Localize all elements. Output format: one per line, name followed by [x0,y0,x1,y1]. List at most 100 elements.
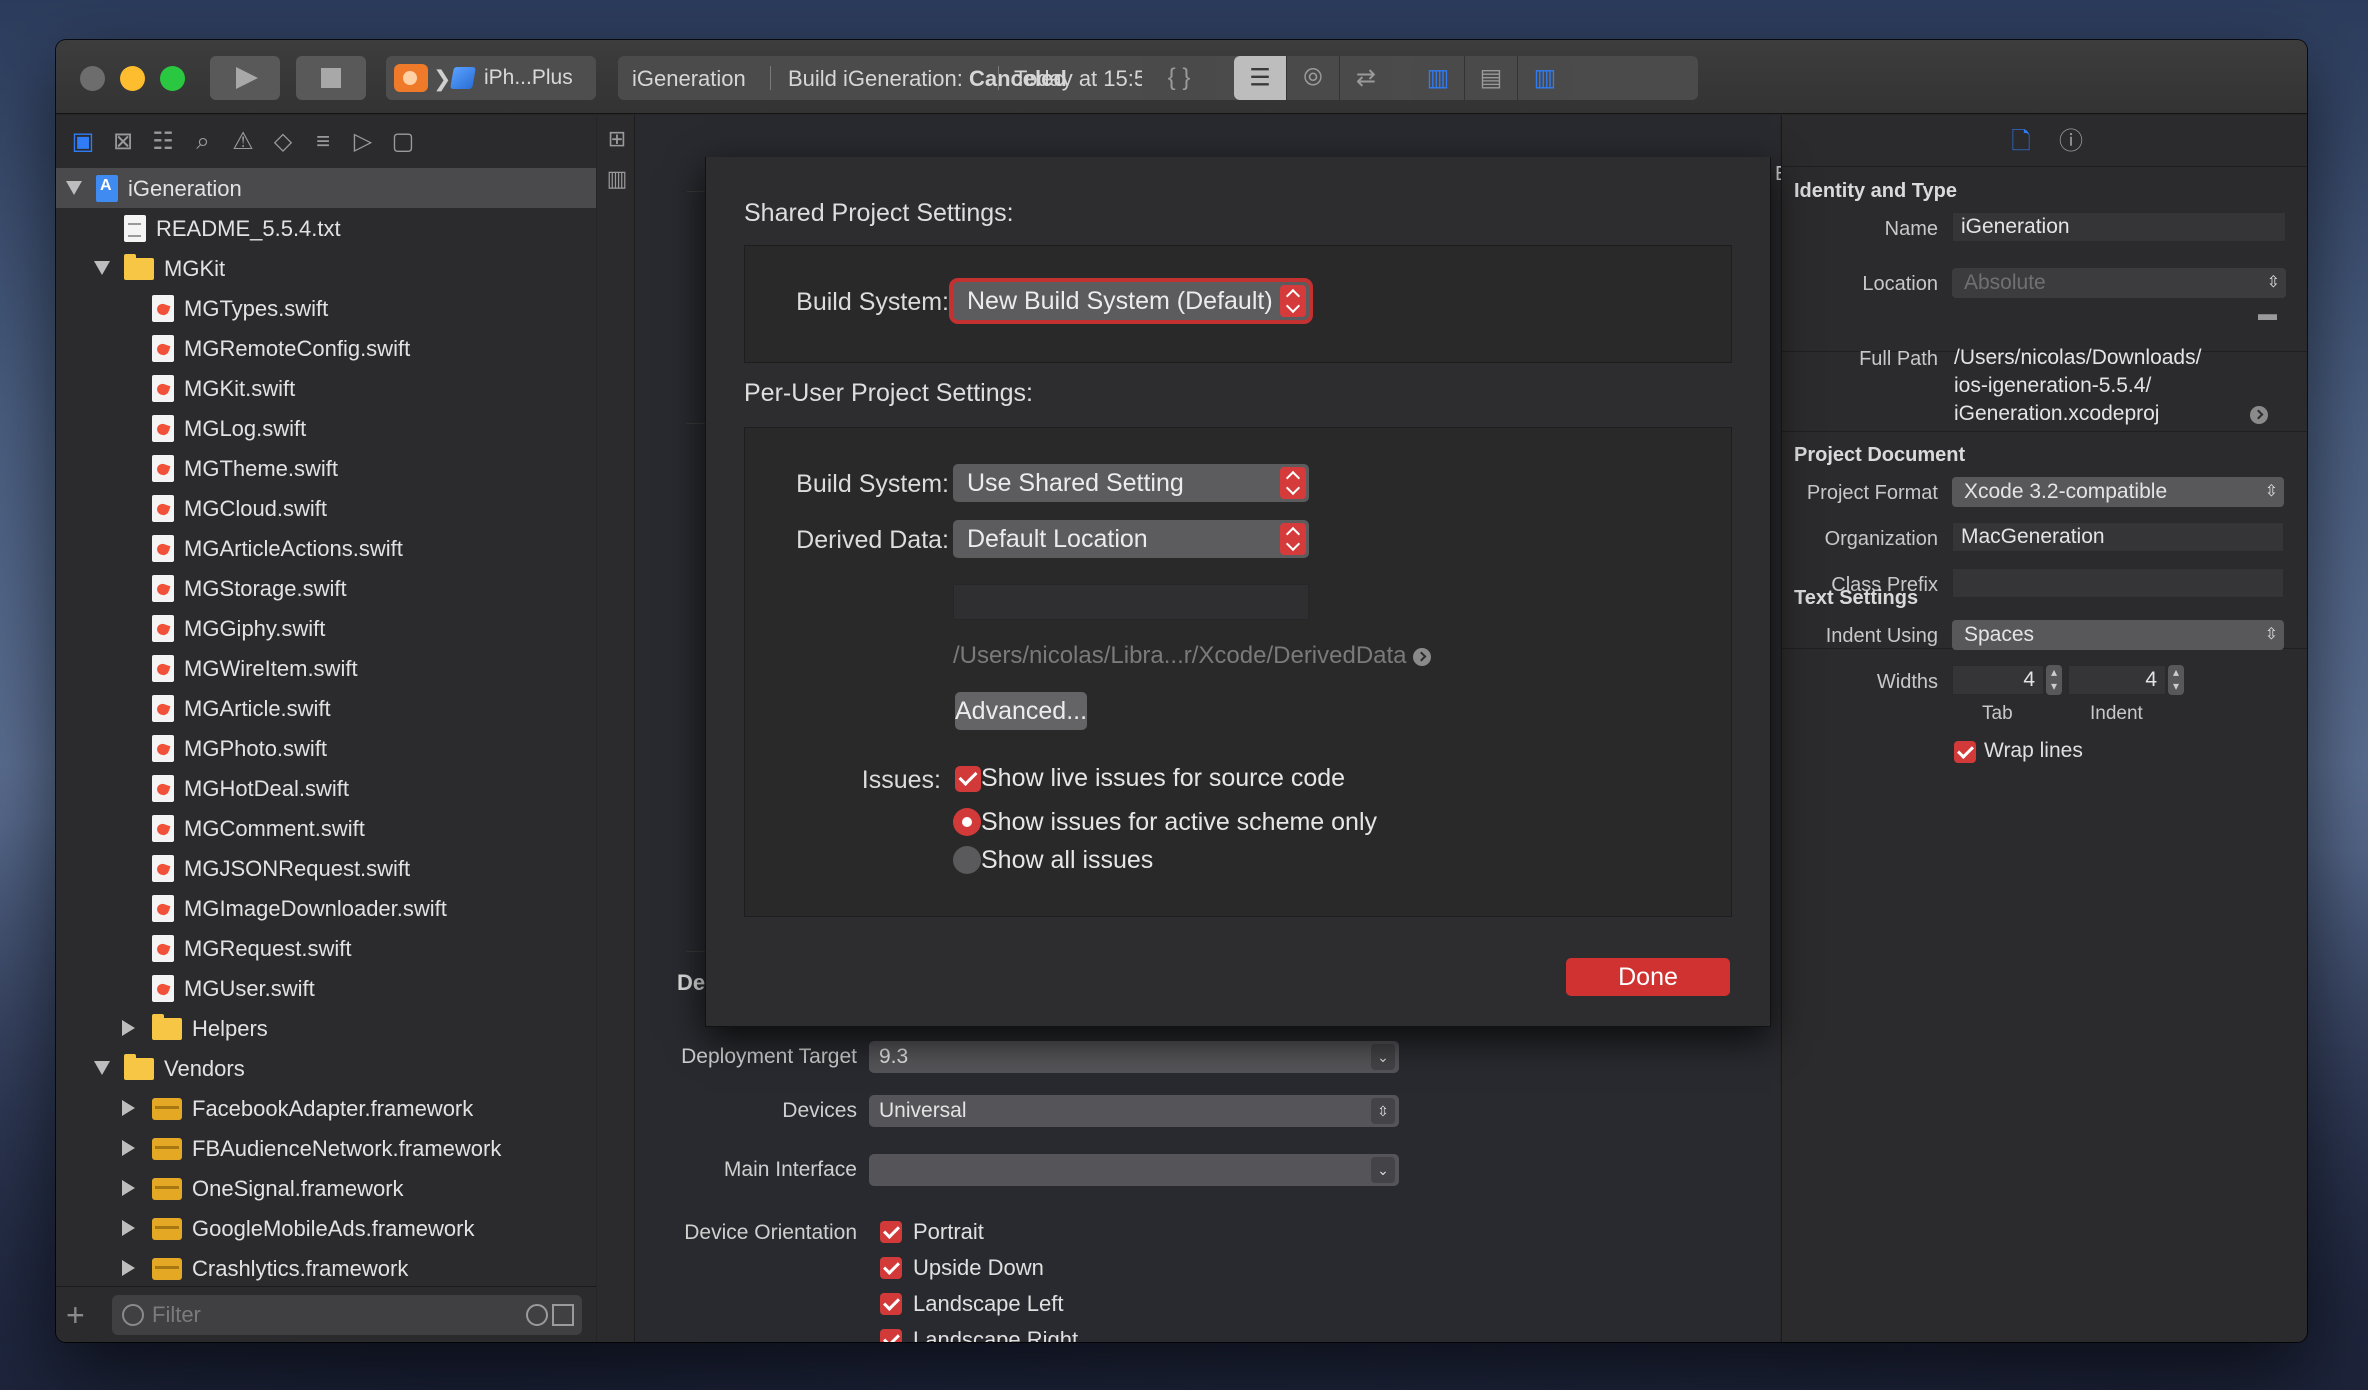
report-icon[interactable]: ▢ [386,125,420,159]
tree-file-row[interactable]: MGArticle.swift [56,688,596,728]
disclosure-closed-icon[interactable] [122,1220,135,1236]
tree-file-row[interactable]: README_5.5.4.txt [56,208,596,248]
custom-derived-path-field[interactable] [953,584,1309,620]
tree-file-row[interactable]: MGRemoteConfig.swift [56,328,596,368]
toggle-debug-button[interactable]: ▤ [1465,56,1518,100]
reveal-arrow-icon[interactable] [1412,647,1431,666]
filter-input[interactable] [152,1301,502,1329]
tree-file-row[interactable]: MGGiphy.swift [56,608,596,648]
project-format-popup[interactable]: Xcode 3.2-compatible ⇳ [1952,477,2284,507]
stop-button[interactable] [296,56,366,100]
tree-item-label: MGRequest.swift [184,936,352,961]
tree-group-row[interactable]: FBAudienceNetwork.framework [56,1128,596,1168]
disclosure-open-icon[interactable] [66,181,82,195]
search-icon[interactable]: ⌕ [186,125,220,159]
tree-group-row[interactable]: MGKit [56,248,596,288]
deployment-target-combo[interactable]: 9.3 ⌄ [869,1041,1399,1073]
portrait-checkbox[interactable] [880,1221,902,1243]
assistant-editor-button[interactable]: ⦾ [1287,56,1340,100]
indent-using-popup[interactable]: Spaces ⇳ [1952,620,2284,650]
landscape-left-checkbox[interactable] [880,1293,902,1315]
scheme-selector[interactable]: ❯ iPh...Plus [386,56,596,100]
disclosure-closed-icon[interactable] [122,1260,135,1276]
tree-group-row[interactable]: Vendors [56,1048,596,1088]
tab-width-field[interactable]: 4 [1952,665,2044,695]
location-popup[interactable]: Absolute ⇳ [1952,268,2286,298]
tree-file-row[interactable]: MGTheme.swift [56,448,596,488]
all-issues-radio[interactable] [953,846,981,874]
tree-file-row[interactable]: MGWireItem.swift [56,648,596,688]
reveal-folder-icon[interactable]: ▬ [2258,304,2277,326]
done-button[interactable]: Done [1566,958,1730,996]
file-icon[interactable]: 🗋 [2004,125,2038,159]
indent-width-field[interactable]: 4 [2068,665,2166,695]
test-diamond-icon[interactable]: ◇ [266,125,300,159]
tree-file-row[interactable]: MGRequest.swift [56,928,596,968]
wrap-lines-checkbox[interactable] [1954,741,1976,763]
project-format-label: Project Format [1806,482,1938,504]
swift-file-icon [152,375,174,402]
warning-icon[interactable]: ⚠ [226,125,260,159]
folder-icon[interactable]: ▣ [66,125,100,159]
shared-build-system-popup[interactable]: New Build System (Default) [953,282,1309,320]
tree-file-row[interactable]: MGComment.swift [56,808,596,848]
disclosure-closed-icon[interactable] [122,1020,135,1036]
recent-files-icon[interactable] [526,1304,548,1326]
toggle-navigator-button[interactable]: ▥ [1412,56,1465,100]
tree-file-row[interactable]: MGStorage.swift [56,568,596,608]
add-icon[interactable]: + [66,1297,85,1334]
zoom-window-button[interactable] [160,66,185,91]
tree-group-row[interactable]: Crashlytics.framework [56,1248,596,1288]
minimize-window-button[interactable] [120,66,145,91]
tree-file-row[interactable]: MGTypes.swift [56,288,596,328]
debug-icon[interactable]: ≡ [306,125,340,159]
tree-file-row[interactable]: MGKit.swift [56,368,596,408]
disclosure-closed-icon[interactable] [122,1100,135,1116]
organization-field[interactable]: MacGeneration [1952,522,2284,552]
tree-group-row[interactable]: Helpers [56,1008,596,1048]
user-build-system-popup[interactable]: Use Shared Setting [953,464,1309,502]
toggle-inspector-button[interactable]: ▥ [1518,56,1572,100]
tree-file-row[interactable]: MGCloud.swift [56,488,596,528]
reveal-arrow-icon[interactable] [2250,406,2268,424]
breakpoint-icon[interactable]: ▷ [346,125,380,159]
per-user-settings-title: Per-User Project Settings: [744,379,1033,407]
standard-editor-button[interactable]: ☰ [1234,56,1287,100]
tree-file-row[interactable]: MGJSONRequest.swift [56,848,596,888]
tree-file-row[interactable]: MGImageDownloader.swift [56,888,596,928]
tree-file-row[interactable]: MGArticleActions.swift [56,528,596,568]
library-button[interactable]: { } [1142,56,1216,100]
hierarchy-icon[interactable]: ☷ [146,125,180,159]
scm-filter-icon[interactable] [552,1304,574,1326]
disclosure-closed-icon[interactable] [122,1140,135,1156]
help-icon[interactable]: ⓘ [2054,125,2088,159]
close-window-button[interactable] [80,66,105,91]
tree-group-row[interactable]: FacebookAdapter.framework [56,1088,596,1128]
disclosure-open-icon[interactable] [94,1061,110,1075]
tab-width-stepper[interactable]: ▴ ▾ [2046,665,2062,695]
version-editor-button[interactable]: ⇄ [1340,56,1392,100]
name-field[interactable]: iGeneration [1952,212,2286,242]
active-scheme-radio[interactable] [953,808,981,836]
panel-toggle-segment: ▥ ▤ ▥ [1412,56,1572,100]
landscape-right-checkbox[interactable] [880,1329,902,1342]
run-button[interactable] [210,56,280,100]
live-issues-checkbox[interactable] [955,766,981,792]
tree-file-row[interactable]: MGHotDeal.swift [56,768,596,808]
tree-file-row[interactable]: MGLog.swift [56,408,596,448]
main-interface-combo[interactable]: ⌄ [869,1154,1399,1186]
derived-data-popup[interactable]: Default Location [953,520,1309,558]
tree-group-row[interactable]: iGeneration [56,168,596,208]
folder-icon [152,1014,182,1040]
tree-group-row[interactable]: GoogleMobileAds.framework [56,1208,596,1248]
disclosure-closed-icon[interactable] [122,1180,135,1196]
indent-width-stepper[interactable]: ▴ ▾ [2168,665,2184,695]
devices-popup[interactable]: Universal ⇳ [869,1095,1399,1127]
disclosure-open-icon[interactable] [94,261,110,275]
tree-file-row[interactable]: MGUser.swift [56,968,596,1008]
advanced-button[interactable]: Advanced... [955,692,1087,730]
x-box-icon[interactable]: ⊠ [106,125,140,159]
tree-file-row[interactable]: MGPhoto.swift [56,728,596,768]
tree-group-row[interactable]: OneSignal.framework [56,1168,596,1208]
upside-down-checkbox[interactable] [880,1257,902,1279]
